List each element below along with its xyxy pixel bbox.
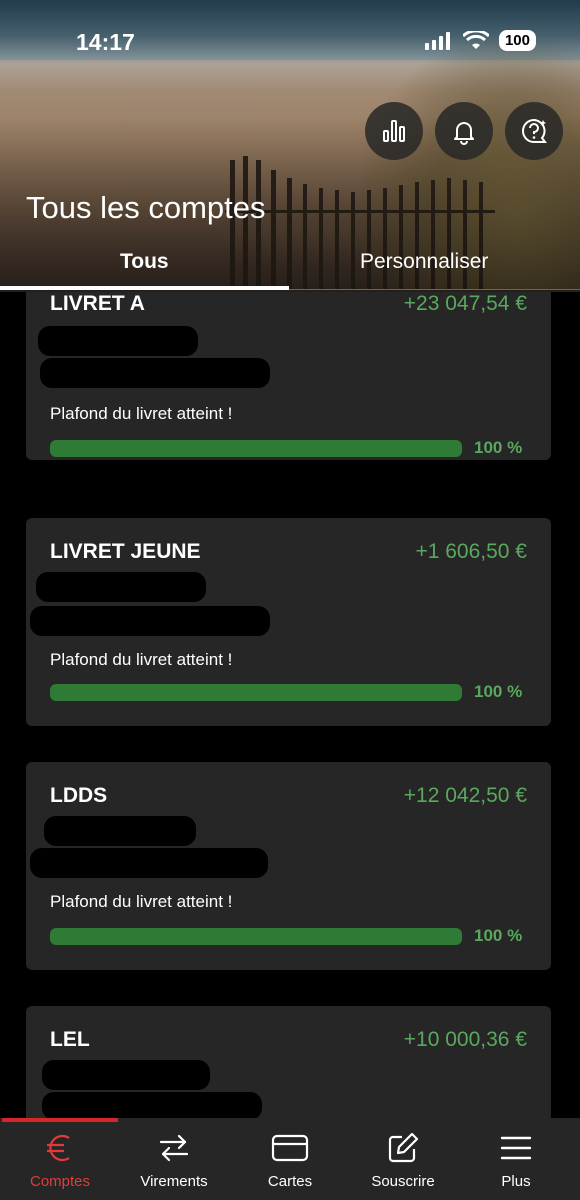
nav-subscribe[interactable]: Souscrire [345, 1128, 461, 1190]
redacted-info [42, 1060, 210, 1090]
account-balance: +10 000,36 € [403, 1028, 527, 1051]
cellular-signal-icon [424, 31, 450, 50]
redacted-info [30, 848, 268, 878]
account-card-ldds[interactable]: LDDS +12 042,50 € Plafond du livret atte… [26, 762, 551, 970]
nav-label: Cartes [267, 1173, 313, 1190]
redacted-info [36, 572, 206, 602]
ceiling-progress-bar [50, 440, 462, 457]
ceiling-progress-label: 100 % [474, 926, 523, 945]
nav-label: Virements [140, 1173, 208, 1190]
account-name: LIVRET A [50, 292, 145, 315]
account-card-livret-a[interactable]: LIVRET A +23 047,54 € Plafond du livret … [26, 292, 551, 460]
account-card-livret-jeune[interactable]: LIVRET JEUNE +1 606,50 € Plafond du livr… [26, 518, 551, 726]
nav-label: Comptes [29, 1173, 91, 1190]
help-button[interactable] [505, 102, 563, 160]
redacted-info [42, 1092, 262, 1118]
account-name: LIVRET JEUNE [50, 540, 201, 563]
account-balance: +12 042,50 € [403, 784, 527, 807]
nav-more[interactable]: Plus [458, 1128, 574, 1190]
tab-bar: Tous Personnaliser [0, 244, 580, 292]
bar-chart-icon [383, 120, 405, 142]
page-title: Tous les comptes [26, 190, 266, 225]
bottom-navigation: Comptes Virements Cartes Souscrire Plus [0, 1118, 580, 1200]
battery-indicator: 100 [498, 30, 536, 51]
euro-icon [47, 1134, 70, 1162]
ceiling-progress-label: 100 % [474, 682, 523, 701]
nav-cards[interactable]: Cartes [232, 1128, 348, 1190]
help-chat-icon [522, 118, 547, 143]
nav-accounts[interactable]: Comptes [2, 1128, 118, 1190]
redacted-info [44, 816, 196, 846]
wifi-icon [462, 30, 489, 49]
status-bar: 14:17 100 [0, 0, 580, 86]
stats-button[interactable] [365, 102, 423, 160]
account-card-lel[interactable]: LEL +10 000,36 € [26, 1006, 551, 1118]
ceiling-progress-bar [50, 684, 462, 701]
active-nav-indicator [2, 1118, 118, 1122]
menu-icon [500, 1136, 532, 1160]
nav-label: Plus [501, 1173, 531, 1190]
card-icon [271, 1134, 309, 1162]
tab-all[interactable]: Tous [120, 250, 169, 274]
active-tab-indicator [0, 286, 289, 290]
ceiling-progress-bar [50, 928, 462, 945]
nav-transfers[interactable]: Virements [116, 1128, 232, 1190]
nav-label: Souscrire [371, 1173, 435, 1190]
account-balance: +23 047,54 € [403, 292, 527, 315]
account-note: Plafond du livret atteint ! [50, 404, 233, 423]
account-name: LDDS [50, 784, 108, 807]
account-name: LEL [50, 1028, 90, 1051]
account-note: Plafond du livret atteint ! [50, 650, 233, 669]
redacted-info [30, 606, 270, 636]
redacted-info [40, 358, 270, 388]
accounts-list[interactable]: LIVRET A +23 047,54 € Plafond du livret … [0, 292, 580, 1118]
status-icons: 100 [424, 30, 536, 51]
status-time: 14:17 [76, 29, 135, 55]
account-balance: +1 606,50 € [415, 540, 527, 563]
edit-icon [388, 1132, 419, 1163]
transfer-arrows-icon [159, 1134, 189, 1162]
ceiling-progress-label: 100 % [474, 438, 523, 457]
account-note: Plafond du livret atteint ! [50, 892, 233, 911]
tab-customize[interactable]: Personnaliser [360, 250, 488, 274]
redacted-info [38, 326, 198, 356]
notifications-button[interactable] [435, 102, 493, 160]
bell-icon [454, 122, 474, 145]
